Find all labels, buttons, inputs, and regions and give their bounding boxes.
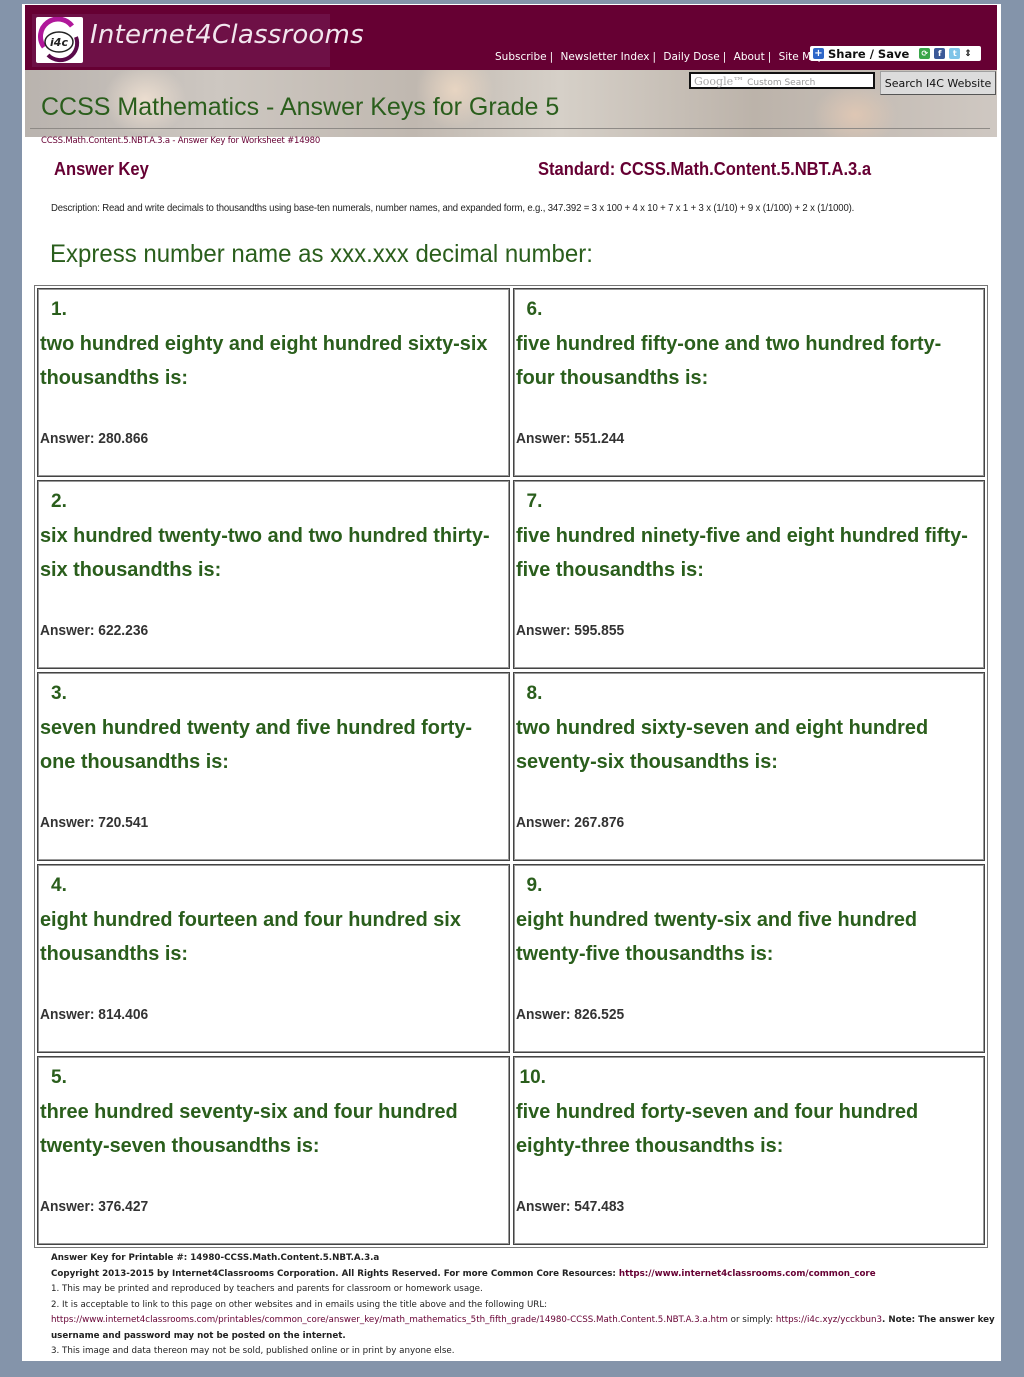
copyright-text: Copyright 2013-2015 by Internet4Classroo…: [51, 1268, 619, 1279]
problem-number: 7.: [526, 491, 543, 512]
answer-key-heading: Answer Key: [54, 159, 149, 179]
problem-number: 10.: [519, 1067, 546, 1088]
usage-note-2: 2. It is acceptable to link to this page…: [51, 1299, 548, 1310]
problem-cell: 4. eight hundred fourteen and four hundr…: [37, 864, 510, 1053]
url-note: https://www.internet4classrooms.com/prin…: [51, 1313, 996, 1344]
problem-answer: Answer: 551.244: [515, 430, 624, 447]
i4c-logo-icon: i4c: [36, 17, 83, 63]
problem-answer: Answer: 720.541: [40, 814, 149, 831]
problem-text: five hundred ninety-five and eight hundr…: [515, 524, 968, 581]
problem-answer: Answer: 622.236: [40, 622, 149, 639]
problem-answer: Answer: 376.427: [40, 1198, 149, 1215]
top-nav: Subscribe | Newsletter Index | Daily Dose |…: [495, 51, 824, 63]
banner-divider: [30, 128, 990, 129]
usage-note-3: 3. This image and data thereon may not b…: [51, 1346, 455, 1356]
problem-answer: Answer: 814.406: [40, 1006, 149, 1023]
problem-cell: 6. five hundred fifty-one and two hundre…: [512, 288, 985, 477]
copyright-line: Copyright 2013-2015 by Internet4Classroo…: [51, 1267, 996, 1283]
short-url-link[interactable]: https://i4c.xyz/ycckbun3: [776, 1315, 882, 1325]
description: Description: Read and write decimals to …: [51, 203, 855, 214]
share-icon: ⟳: [919, 48, 931, 59]
banner: CCSS Mathematics - Answer Keys for Grade…: [25, 70, 997, 137]
problem-text: five hundred fifty-one and two hundred f…: [515, 332, 941, 389]
usage-note-1: 1. This may be printed and reproduced by…: [51, 1284, 483, 1294]
problem-answer: Answer: 826.525: [515, 1006, 624, 1023]
svg-text:i4c: i4c: [50, 36, 68, 49]
problem-text: six hundred twenty-two and two hundred t…: [40, 524, 490, 581]
search-input[interactable]: [689, 72, 875, 89]
problem-answer: Answer: 595.855: [515, 622, 624, 639]
nav-daily-dose[interactable]: Daily Dose: [663, 51, 719, 63]
search-button[interactable]: Search I4C Website: [880, 71, 996, 95]
common-core-link[interactable]: https://www.internet4classrooms.com/comm…: [619, 1269, 876, 1279]
problem-text: two hundred sixty-seven and eight hundre…: [515, 716, 928, 773]
problem-number: 4.: [51, 875, 67, 896]
problem-cell: 3. seven hundred twenty and five hundred…: [37, 672, 510, 861]
site-name: Internet4Classrooms: [90, 20, 364, 50]
problem-text: eight hundred twenty-six and five hundre…: [515, 908, 917, 965]
twitter-icon: t: [949, 48, 961, 59]
nav-about[interactable]: About: [734, 51, 765, 63]
problem-cell: 1. two hundred eighty and eight hundred …: [37, 288, 510, 477]
share-save-label: Share / Save: [828, 46, 910, 61]
site-header: i4c Internet4Classrooms Subscribe | Newsl…: [25, 5, 997, 70]
problem-number: 6.: [526, 299, 543, 320]
nav-separator: |: [722, 51, 727, 63]
plus-icon: +: [813, 48, 824, 59]
problem-cell: 8. two hundred sixty-seven and eight hun…: [512, 672, 985, 861]
nav-separator: |: [652, 51, 657, 63]
problem-answer: Answer: 280.866: [40, 430, 149, 447]
problem-text: three hundred seventy-six and four hundr…: [40, 1100, 458, 1157]
problem-number: 9.: [526, 875, 543, 896]
problem-cell: 7. five hundred ninety-five and eight hu…: [512, 480, 985, 669]
standard-heading: Standard: CCSS.Math.Content.5.NBT.A.3.a: [538, 159, 872, 179]
problem-number: 2.: [51, 491, 67, 512]
page-title: CCSS Mathematics - Answer Keys for Grade…: [41, 93, 560, 121]
page-container: i4c Internet4Classrooms Subscribe | Newsl…: [22, 4, 1001, 1361]
problem-cell: 5. three hundred seventy-six and four hu…: [37, 1056, 510, 1245]
footer: Answer Key for Printable #: 14980-CCSS.M…: [51, 1251, 996, 1360]
full-url-link[interactable]: https://www.internet4classrooms.com/prin…: [51, 1315, 728, 1325]
site-logo[interactable]: i4c Internet4Classrooms: [32, 14, 364, 67]
problem-number: 8.: [526, 683, 543, 704]
problem-text: eight hundred fourteen and four hundred …: [40, 908, 461, 965]
facebook-icon: f: [934, 48, 946, 59]
printable-id: Answer Key for Printable #: 14980-CCSS.M…: [51, 1253, 380, 1263]
breadcrumb: CCSS.Math.Content.5.NBT.A.3.a - Answer K…: [41, 136, 321, 146]
problem-text: two hundred eighty and eight hundred six…: [40, 332, 488, 389]
problem-grid: 1. two hundred eighty and eight hundred …: [34, 285, 988, 1248]
nav-newsletter-index[interactable]: Newsletter Index: [560, 51, 649, 63]
problem-answer: Answer: 267.876: [515, 814, 624, 831]
problem-text: five hundred forty-seven and four hundre…: [515, 1100, 918, 1157]
problem-number: 1.: [51, 299, 67, 320]
problem-number: 3.: [51, 683, 67, 704]
nav-separator: |: [767, 51, 772, 63]
nav-separator: |: [549, 51, 554, 63]
instructions-heading: Express number name as xxx.xxx decimal n…: [50, 240, 593, 268]
problem-number: 5.: [51, 1067, 67, 1088]
problem-text: seven hundred twenty and five hundred fo…: [40, 716, 472, 773]
expand-icon: ⇕: [964, 48, 972, 59]
nav-subscribe[interactable]: Subscribe: [495, 51, 547, 63]
share-save-button[interactable]: + Share / Save ⟳ f t ⇕: [810, 46, 981, 61]
problem-cell: 9. eight hundred twenty-six and five hun…: [512, 864, 985, 1053]
or-simply-text: or simply:: [727, 1315, 776, 1325]
problem-cell: 10. five hundred forty-seven and four hu…: [512, 1056, 985, 1245]
problem-answer: Answer: 547.483: [515, 1198, 624, 1215]
problem-cell: 2. six hundred twenty-two and two hundre…: [37, 480, 510, 669]
